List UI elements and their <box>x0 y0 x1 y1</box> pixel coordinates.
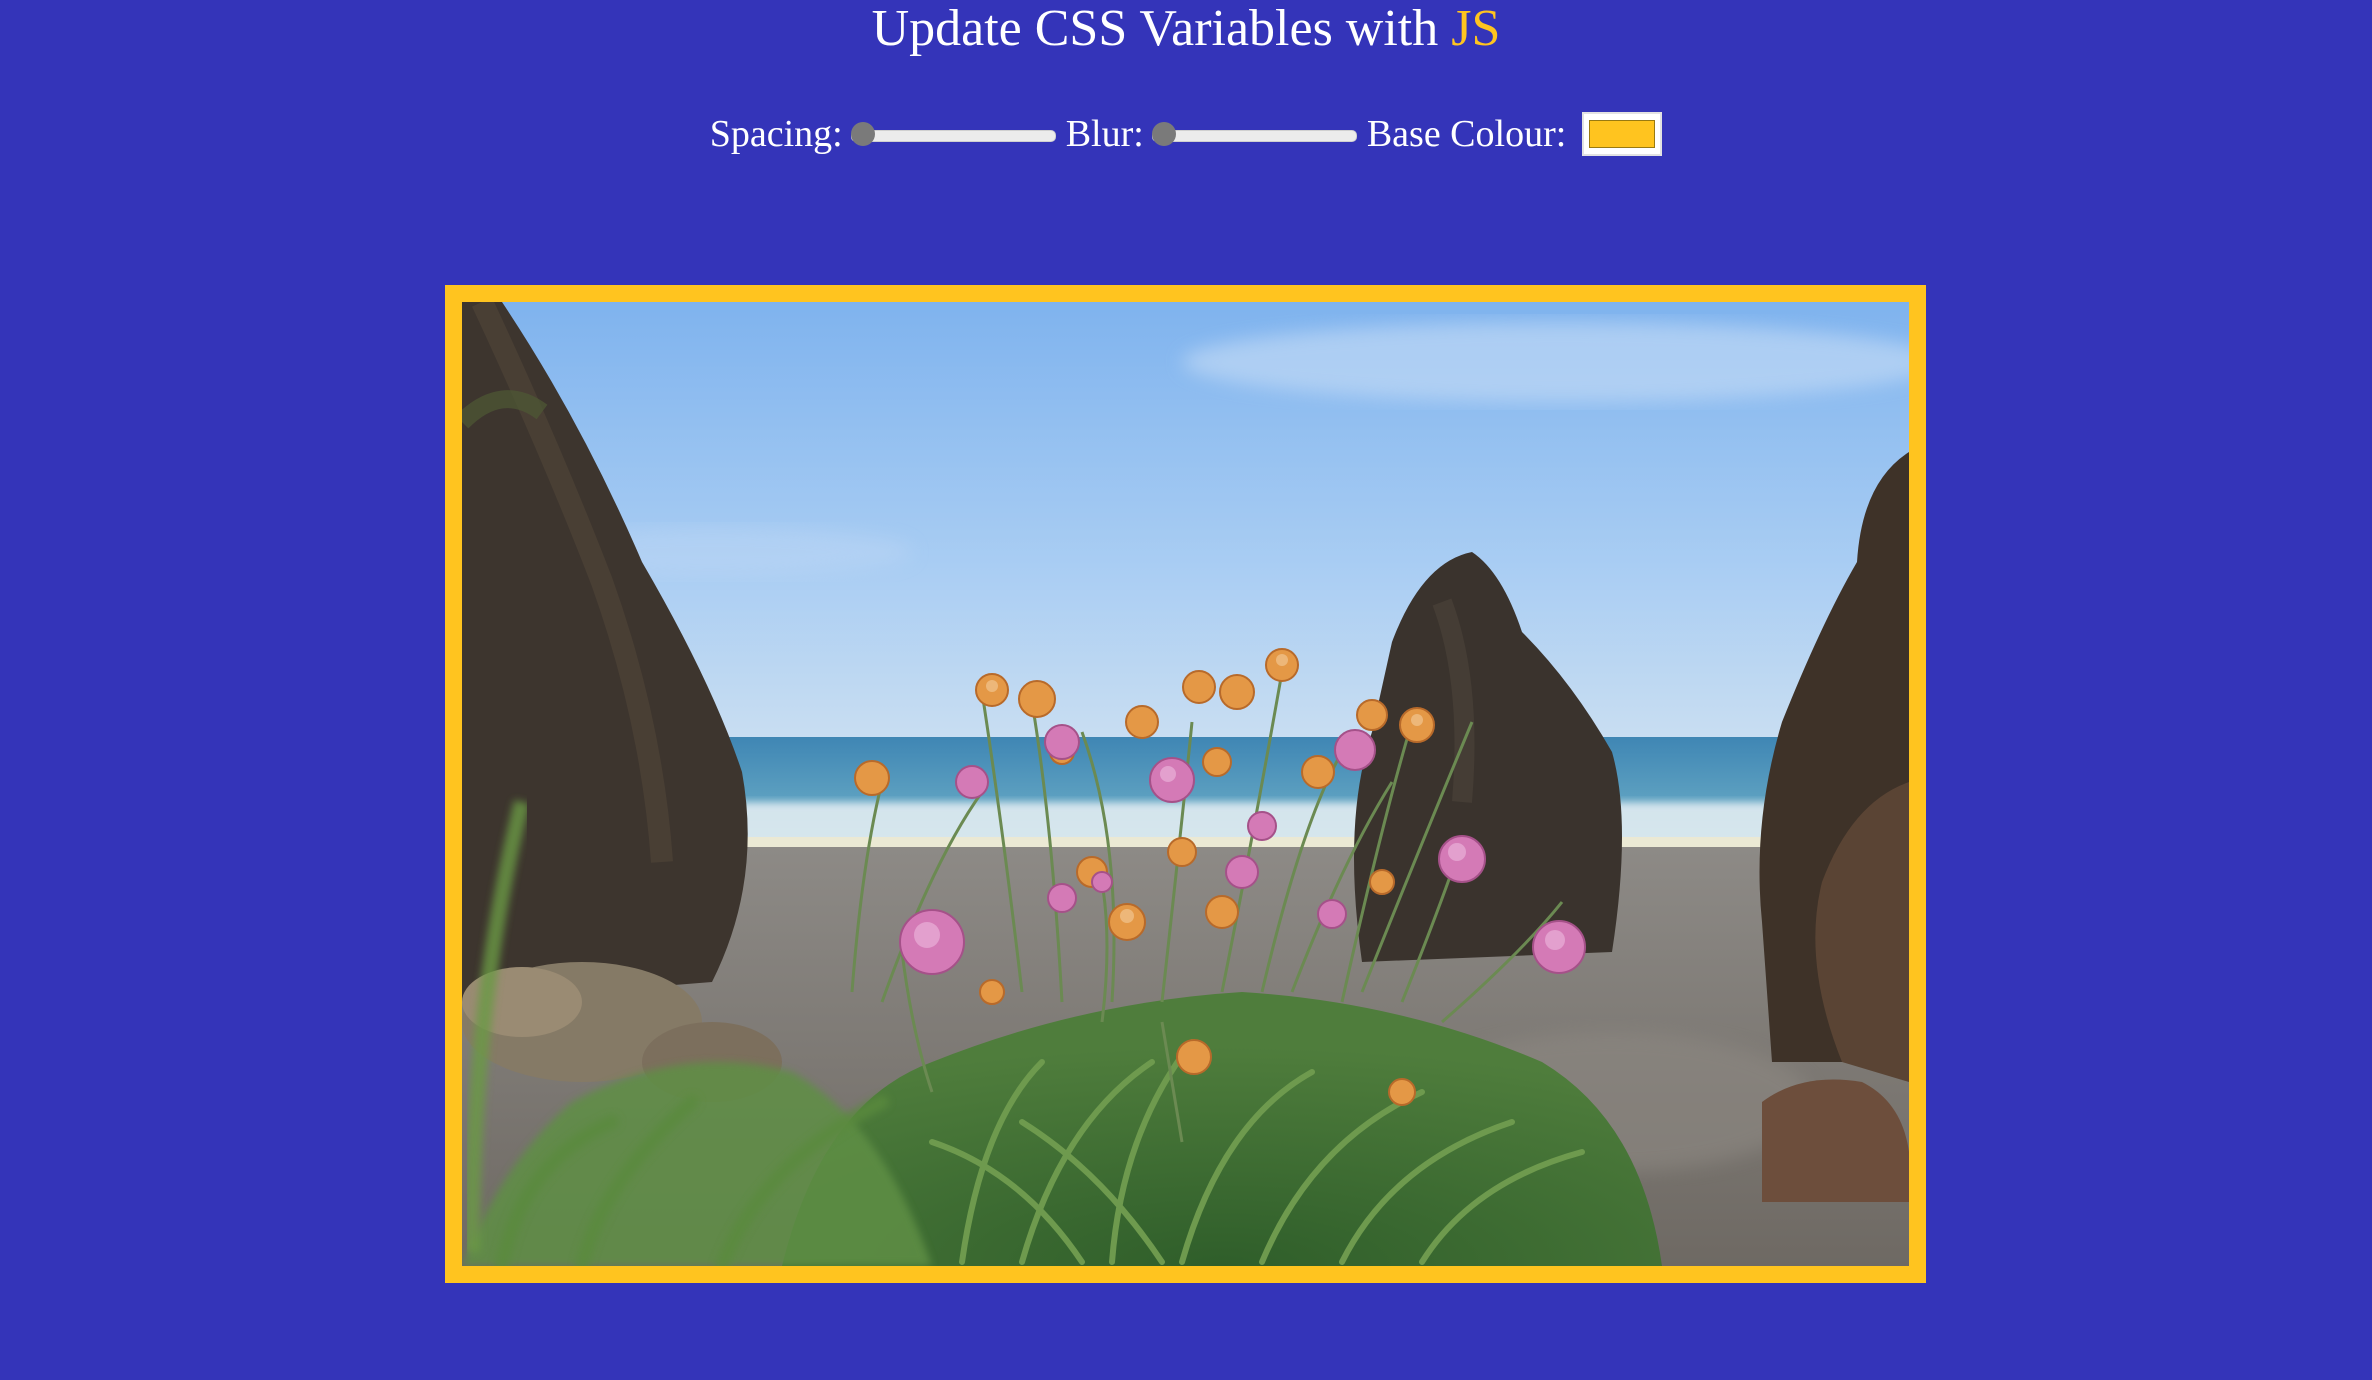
blur-slider[interactable] <box>1151 122 1357 146</box>
beach-flowers-photo <box>462 302 1909 1266</box>
blur-slider-track[interactable] <box>1151 130 1357 142</box>
photo-frame <box>445 285 1926 1283</box>
title-text: Update CSS Variables with <box>871 0 1439 57</box>
blur-slider-thumb[interactable] <box>1151 122 1176 146</box>
spacing-slider[interactable] <box>850 122 1056 146</box>
spacing-slider-thumb[interactable] <box>850 122 875 146</box>
controls-bar: Spacing: Blur: Base Colour: <box>0 106 2372 162</box>
base-colour-label: Base Colour: <box>1366 113 1567 155</box>
spacing-label: Spacing: <box>709 113 843 155</box>
page: Update CSS Variables with JS Spacing: Bl… <box>0 0 2372 1380</box>
base-colour-picker[interactable] <box>1582 112 1663 156</box>
blur-label: Blur: <box>1065 113 1144 155</box>
base-colour-swatch[interactable] <box>1589 120 1656 148</box>
page-title: Update CSS Variables with JS <box>0 0 2372 58</box>
title-accent-js: JS <box>1451 0 1501 57</box>
spacing-slider-track[interactable] <box>850 130 1056 142</box>
